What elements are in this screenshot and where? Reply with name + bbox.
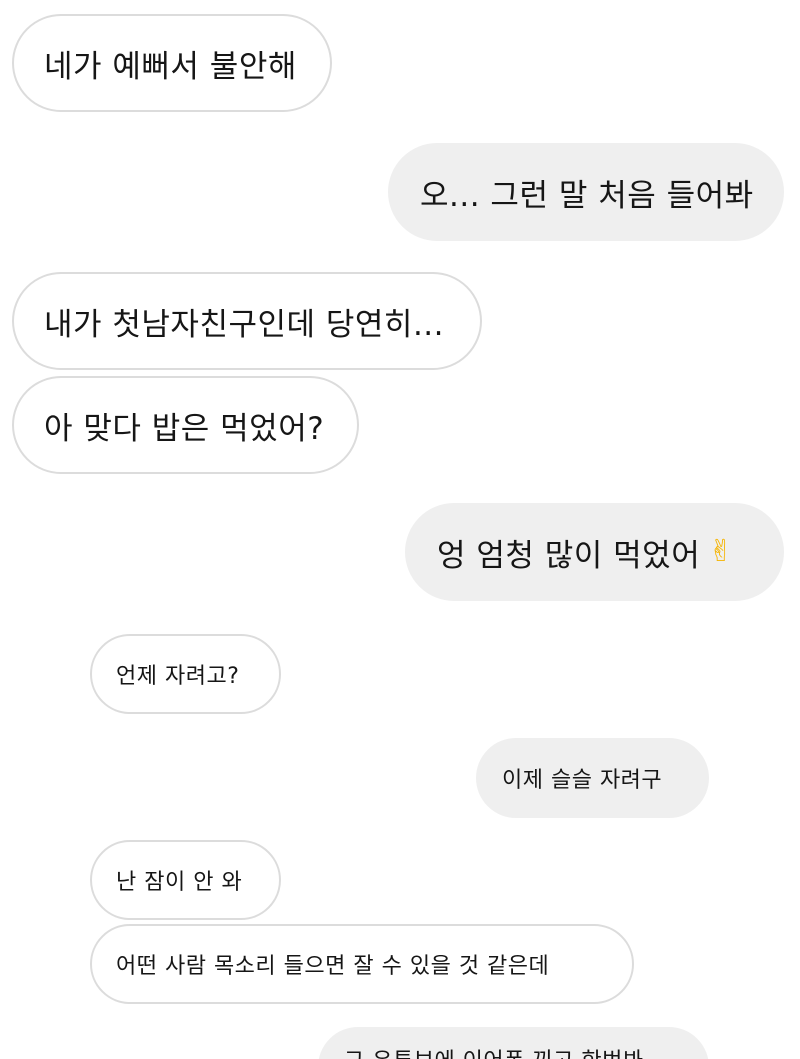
message-bubble-received: 어떤 사람 목소리 들으면 잘 수 있을 것 같은데 (90, 924, 634, 1004)
message-bubble-received: 난 잠이 안 와 (90, 840, 281, 920)
message-text: 언제 자려고? (116, 664, 240, 689)
message-text: 아 맞다 밥은 먹었어? (44, 410, 325, 447)
message-bubble-received: 아 맞다 밥은 먹었어? (12, 376, 359, 474)
message-text: 이제 슬슬 자려구 (502, 768, 663, 793)
message-bubble-sent: 엉 엄청 많이 먹었어 ✌ (405, 503, 784, 601)
message-bubble-received: 내가 첫남자친구인데 당연히... (12, 272, 482, 370)
message-text: 오... 그런 말 처음 들어봐 (420, 177, 754, 214)
message-text: 난 잠이 안 와 (116, 870, 243, 895)
message-bubble-received: 네가 예뻐서 불안해 (12, 14, 332, 112)
message-bubble-sent: 이제 슬슬 자려구 (476, 738, 709, 818)
message-bubble-sent: 오... 그런 말 처음 들어봐 (388, 143, 784, 241)
message-text: 엉 엄청 많이 먹었어 (437, 537, 701, 574)
message-text: 그 유튜브에 이어폰 끼고 한번봐 (344, 1043, 644, 1059)
victory-hand-icon: ✌ (708, 534, 734, 569)
message-bubble-sent: 그 유튜브에 이어폰 끼고 한번봐 (318, 1027, 709, 1059)
message-text: 내가 첫남자친구인데 당연히... (44, 306, 445, 343)
message-text: 어떤 사람 목소리 들으면 잘 수 있을 것 같은데 (116, 954, 550, 979)
message-text: 네가 예뻐서 불안해 (44, 48, 297, 85)
message-bubble-received: 언제 자려고? (90, 634, 281, 714)
